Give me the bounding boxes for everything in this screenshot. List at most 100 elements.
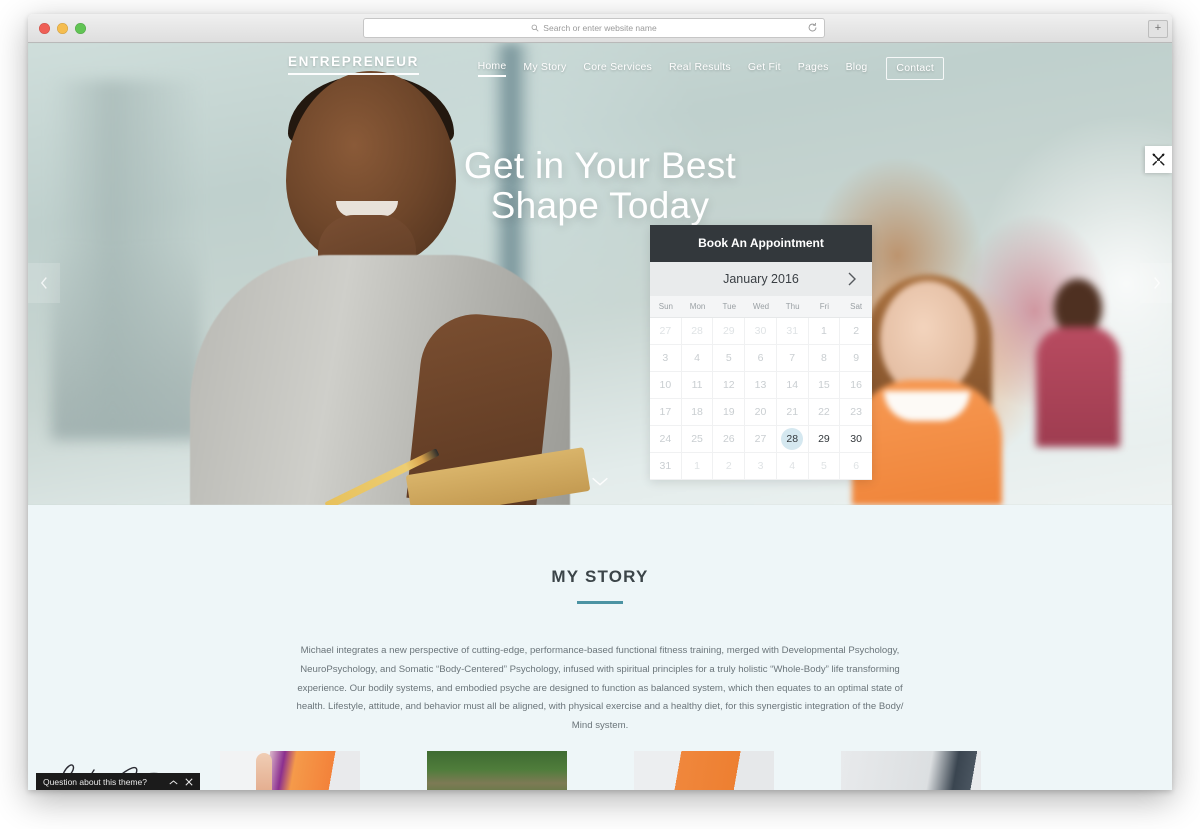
weekday-sat: Sat [850, 302, 863, 311]
calendar-month-bar: January 2016 [650, 262, 872, 296]
hero-background-person-man [1032, 279, 1122, 449]
chevron-right-icon [1153, 277, 1160, 289]
chevron-down-icon [592, 477, 608, 486]
theme-tools-button[interactable] [1145, 146, 1172, 173]
calendar-day-7: 7 [776, 345, 809, 372]
nav-item-contact[interactable]: Contact [886, 57, 944, 80]
calendar-month-label: January 2016 [723, 272, 799, 286]
chevron-up-icon[interactable] [169, 779, 178, 786]
calendar-day-30: 30 [745, 318, 777, 345]
maximize-window-button[interactable] [75, 23, 86, 34]
calendar-day-3: 3 [650, 345, 682, 372]
calendar-day-27: 27 [650, 318, 682, 345]
calendar-day-30[interactable]: 30 [840, 426, 872, 453]
calendar-day-10: 10 [650, 372, 682, 399]
gallery-thumbnail[interactable] [840, 751, 981, 790]
calendar-day-label: 19 [722, 406, 735, 418]
calendar-day-3: 3 [745, 453, 777, 480]
calendar-day-28: 28 [681, 318, 714, 345]
site-navigation: ENTREPRENEUR Home My Story Core Services… [28, 43, 1172, 89]
close-icon[interactable] [185, 778, 193, 786]
calendar-day-label: 25 [691, 433, 703, 445]
nav-item-home[interactable]: Home [477, 60, 507, 77]
hero-headline-line-2: Shape Today [490, 184, 710, 226]
address-bar[interactable]: Search or enter website name [363, 18, 825, 38]
calendar-day-18: 18 [681, 399, 714, 426]
calendar-day-label: 8 [821, 352, 827, 364]
calendar-day-label: 31 [786, 325, 799, 337]
calendar-day-17: 17 [650, 399, 682, 426]
calendar-day-label: 27 [659, 325, 672, 337]
calendar-day-label: 29 [818, 433, 830, 445]
calendar-day-29[interactable]: 29 [808, 426, 841, 453]
calendar-day-11: 11 [681, 372, 714, 399]
calendar-day-1: 1 [808, 318, 841, 345]
section-title-underline [577, 601, 623, 605]
address-bar-content: Search or enter website name [531, 23, 657, 33]
chat-widget-label: Question about this theme? [43, 777, 147, 787]
calendar-day-31: 31 [776, 318, 809, 345]
browser-chrome: Search or enter website name + [28, 14, 1172, 43]
calendar-day-label: 15 [818, 379, 830, 391]
calendar-day-label: 28 [691, 325, 703, 337]
calendar-day-label: 22 [818, 406, 830, 418]
minimize-window-button[interactable] [57, 23, 68, 34]
calendar-day-label: 4 [789, 460, 796, 472]
calendar-day-5: 5 [808, 453, 841, 480]
hero-next-slide-button[interactable] [1140, 263, 1172, 303]
calendar-day-label: 16 [850, 379, 862, 391]
scroll-down-button[interactable] [589, 474, 611, 493]
calendar-day-label: 23 [850, 406, 862, 418]
nav-item-get-fit[interactable]: Get Fit [748, 61, 781, 76]
chevron-right-icon[interactable] [844, 269, 860, 289]
calendar-day-label: 7 [789, 352, 796, 364]
weekday-mon: Mon [689, 302, 706, 311]
chevron-left-icon [40, 277, 47, 289]
calendar-day-label: 17 [659, 406, 672, 418]
calendar-day-label: 3 [757, 460, 764, 472]
close-window-button[interactable] [39, 23, 50, 34]
calendar-day-label: 12 [722, 379, 735, 391]
nav-links: Home My Story Core Services Real Results… [477, 57, 944, 80]
nav-item-my-story[interactable]: My Story [523, 61, 566, 76]
calendar-day-label: 6 [757, 352, 764, 364]
tools-icon [1152, 153, 1165, 166]
gallery-thumbnail[interactable] [219, 751, 360, 790]
calendar-day-label: 26 [722, 433, 735, 445]
calendar-day-label: 30 [754, 325, 767, 337]
browser-window: Search or enter website name + ENTREPREN… [28, 14, 1172, 790]
hero-prev-slide-button[interactable] [28, 263, 60, 303]
calendar-day-label: 14 [786, 379, 799, 391]
nav-item-blog[interactable]: Blog [846, 61, 868, 76]
calendar-grid: 27 28 29 30 31 1 2 3 4 5 6 7 8 9 10 11 12 13 14 15 16 17 18 19 2… [650, 318, 872, 480]
calendar-day-label: 27 [754, 433, 767, 445]
window-controls [39, 23, 86, 34]
calendar-day-8: 8 [808, 345, 841, 372]
chat-widget[interactable]: Question about this theme? [36, 773, 200, 790]
reload-icon[interactable] [807, 22, 818, 33]
calendar-day-label: 10 [659, 379, 672, 391]
chat-widget-actions [169, 778, 193, 786]
gallery-thumbnail[interactable] [633, 751, 774, 790]
calendar-day-label: 13 [754, 379, 767, 391]
hero-headline: Get in Your Best Shape Today [28, 145, 1172, 226]
nav-item-pages[interactable]: Pages [798, 61, 829, 76]
calendar-day-14: 14 [776, 372, 809, 399]
gallery-thumbnail[interactable] [426, 751, 567, 790]
site-logo[interactable]: ENTREPRENEUR [288, 54, 419, 75]
calendar-day-2: 2 [713, 453, 746, 480]
calendar-day-label: 5 [821, 460, 827, 472]
nav-item-core-services[interactable]: Core Services [583, 61, 652, 76]
calendar-day-label: 29 [722, 325, 735, 337]
calendar-day-label: 21 [786, 406, 799, 418]
calendar-day-label: 1 [821, 325, 827, 337]
section-title: MY STORY [551, 567, 649, 587]
calendar-day-5: 5 [713, 345, 746, 372]
calendar-day-28[interactable]: 28 [776, 426, 809, 453]
weekday-sun: Sun [658, 302, 673, 311]
weekday-tue: Tue [722, 302, 737, 311]
nav-item-real-results[interactable]: Real Results [669, 61, 731, 76]
calendar-day-19: 19 [713, 399, 746, 426]
calendar-day-21: 21 [776, 399, 809, 426]
new-tab-button[interactable]: + [1148, 20, 1168, 38]
